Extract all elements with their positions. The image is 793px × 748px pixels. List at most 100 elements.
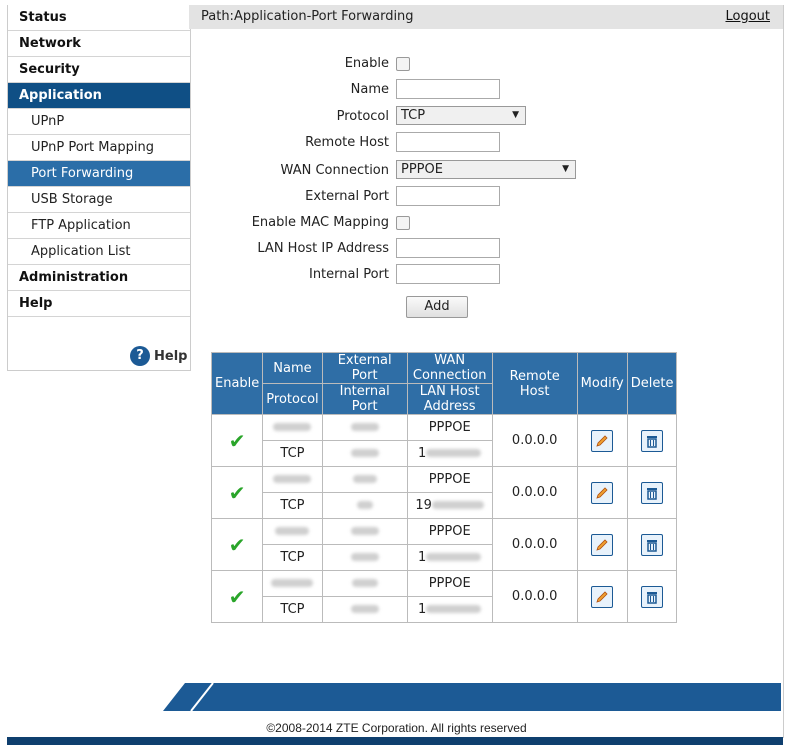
lan-host-ip-input[interactable] — [396, 238, 500, 258]
internal-port-row: Internal Port — [189, 264, 783, 286]
header-enable: Enable — [210, 352, 264, 415]
help-icon[interactable]: ? — [130, 346, 150, 366]
nav-administration[interactable]: Administration — [8, 265, 190, 291]
name-input[interactable] — [396, 79, 500, 99]
lan-host-cell: 1 — [406, 596, 493, 623]
external-port-input[interactable] — [396, 186, 500, 206]
remote-host-cell: 0.0.0.0 — [491, 466, 578, 519]
nav-sub-upnp-port-mapping[interactable]: UPnP Port Mapping — [8, 135, 190, 161]
wan-cell: PPPOE — [406, 414, 493, 441]
internal-port-input[interactable] — [396, 264, 500, 284]
nav-sub-upnp[interactable]: UPnP — [8, 109, 190, 135]
delete-cell — [626, 414, 678, 467]
redacted-lan-host — [426, 553, 482, 561]
lan-host-cell: 1 — [406, 544, 493, 571]
port-forwarding-table: Enable Name External Port WAN Connection… — [210, 352, 678, 623]
header-lan-host-address: LAN Host Address — [406, 383, 493, 415]
delete-cell — [626, 466, 678, 519]
enable-label: Enable — [344, 56, 389, 71]
nav-status[interactable]: Status — [8, 5, 190, 31]
nav-sub-port-forwarding[interactable]: Port Forwarding — [8, 161, 190, 187]
edit-icon[interactable] — [591, 429, 614, 452]
enable-mac-checkbox[interactable] — [396, 216, 410, 230]
internal-port-label: Internal Port — [308, 267, 389, 282]
edit-icon[interactable] — [591, 533, 614, 556]
remote-host-input[interactable] — [396, 132, 500, 152]
trash-icon[interactable] — [641, 429, 664, 452]
header-modify: Modify — [576, 352, 628, 415]
redacted-lan-host — [426, 449, 482, 457]
wan-connection-label: WAN Connection — [280, 163, 389, 178]
redacted-name — [273, 423, 312, 431]
check-icon: ✔ — [228, 428, 246, 453]
edit-icon[interactable] — [591, 481, 614, 504]
name-cell — [262, 570, 323, 597]
name-cell — [262, 414, 323, 441]
nav-application[interactable]: Application — [8, 83, 190, 109]
external-port-cell — [321, 518, 408, 545]
chevron-down-icon: ▼ — [562, 164, 569, 174]
wan-cell: PPPOE — [406, 466, 493, 493]
remote-host-cell: 0.0.0.0 — [491, 518, 578, 571]
logout-link[interactable]: Logout — [725, 5, 770, 29]
lan-host-ip-label: LAN Host IP Address — [257, 241, 389, 256]
help-label[interactable]: Help — [154, 349, 187, 364]
lan-host-cell: 1 — [406, 440, 493, 467]
enabled-cell: ✔ — [210, 466, 264, 519]
name-cell — [262, 518, 323, 545]
protocol-cell: TCP — [262, 492, 323, 519]
lan-host-visible: 1 — [418, 602, 427, 617]
modify-cell — [576, 466, 628, 519]
remote-host-row: Remote Host — [189, 132, 783, 154]
wan-cell: PPPOE — [406, 518, 493, 545]
header-wan-connection: WAN Connection — [406, 352, 493, 384]
chevron-down-icon: ▼ — [512, 110, 519, 120]
table-row: ✔ PPPOE 0.0.0.0 — [210, 466, 678, 519]
trash-icon[interactable] — [641, 533, 664, 556]
remote-host-cell: 0.0.0.0 — [491, 414, 578, 467]
name-label: Name — [350, 82, 389, 97]
enable-mac-row: Enable MAC Mapping — [189, 212, 783, 234]
enable-checkbox[interactable] — [396, 57, 410, 71]
path-bar: Path:Application-Port Forwarding Logout — [189, 5, 783, 29]
trash-icon[interactable] — [641, 481, 664, 504]
redacted-lan-host — [426, 605, 482, 613]
external-port-cell — [321, 414, 408, 441]
nav-sub-usb-storage[interactable]: USB Storage — [8, 187, 190, 213]
table-row: ✔ PPPOE 0.0.0.0 — [210, 518, 678, 571]
header-remote-host: Remote Host — [491, 352, 578, 415]
remote-host-label: Remote Host — [305, 135, 389, 150]
header-delete: Delete — [626, 352, 678, 415]
redacted-external-port — [350, 423, 379, 431]
nav-sub-application-list[interactable]: Application List — [8, 239, 190, 265]
redacted-internal-port — [350, 605, 379, 613]
enabled-cell: ✔ — [210, 570, 264, 623]
name-row: Name — [189, 79, 783, 101]
check-icon: ✔ — [228, 532, 246, 557]
header-internal-port: Internal Port — [321, 383, 408, 415]
wan-connection-row: WAN Connection PPPOE ▼ — [189, 160, 783, 182]
add-button[interactable]: Add — [406, 296, 468, 318]
wan-connection-select[interactable]: PPPOE ▼ — [396, 160, 576, 179]
protocol-select-value: TCP — [401, 108, 426, 123]
protocol-row: Protocol TCP ▼ — [189, 106, 783, 128]
trash-icon[interactable] — [641, 585, 664, 608]
nav-help[interactable]: Help — [8, 291, 190, 317]
nav-sub-ftp-application[interactable]: FTP Application — [8, 213, 190, 239]
footer-band — [163, 683, 781, 711]
protocol-select[interactable]: TCP ▼ — [396, 106, 526, 125]
nav-network[interactable]: Network — [8, 31, 190, 57]
redacted-internal-port — [350, 553, 379, 561]
lan-host-cell: 19 — [406, 492, 493, 519]
protocol-cell: TCP — [262, 596, 323, 623]
help-link[interactable]: ? Help — [130, 346, 187, 366]
header-protocol: Protocol — [262, 383, 323, 415]
redacted-internal-port — [356, 501, 373, 509]
internal-port-cell — [321, 440, 408, 467]
nav-security[interactable]: Security — [8, 57, 190, 83]
name-cell — [262, 466, 323, 493]
modify-cell — [576, 570, 628, 623]
lan-host-ip-row: LAN Host IP Address — [189, 238, 783, 260]
enabled-cell: ✔ — [210, 518, 264, 571]
edit-icon[interactable] — [591, 585, 614, 608]
